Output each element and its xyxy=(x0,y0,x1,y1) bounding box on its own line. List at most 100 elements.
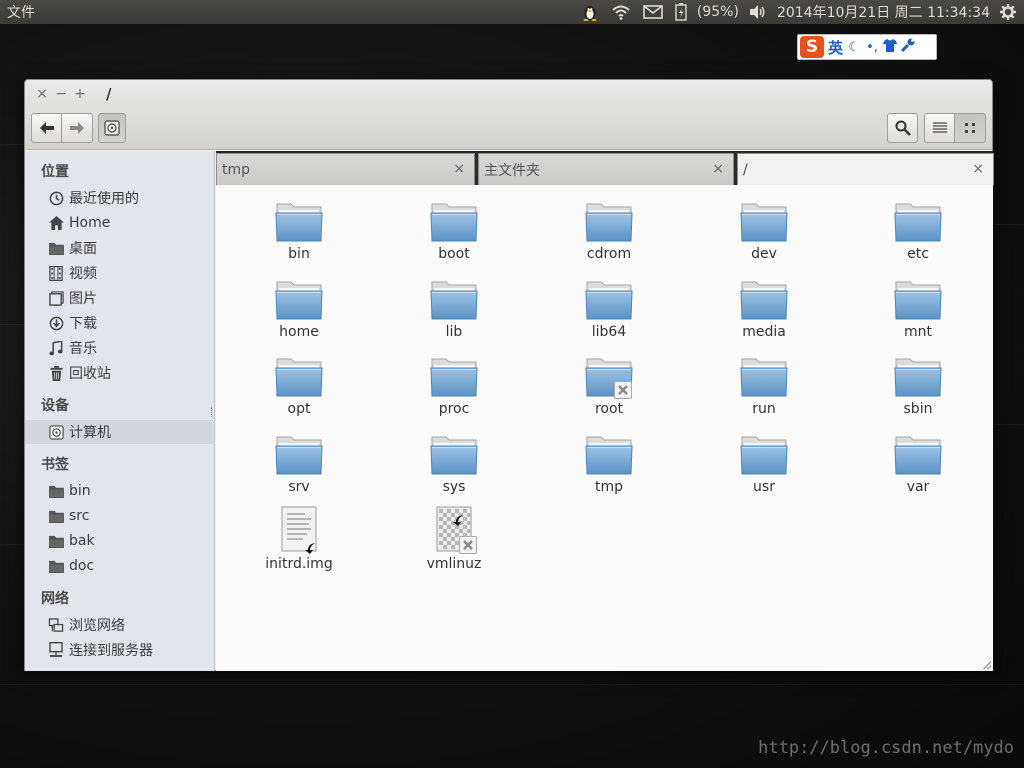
folder-icon xyxy=(275,355,323,397)
punctuation-icon[interactable]: •, xyxy=(865,40,879,55)
folder-icon xyxy=(275,200,323,242)
minimize-window-button[interactable]: − xyxy=(55,87,67,101)
sidebar-item-label: 最近使用的 xyxy=(69,191,139,207)
top-panel: 文件 (95%) 2014年10月21日 周二 11:34:34 xyxy=(0,0,1024,24)
disk-icon xyxy=(48,424,64,440)
mail-icon[interactable] xyxy=(637,0,669,24)
forward-button[interactable] xyxy=(62,113,93,143)
file-item[interactable]: boot xyxy=(399,200,509,272)
sidebar-item-label: 桌面 xyxy=(69,241,97,257)
file-item[interactable]: proc xyxy=(399,355,509,427)
film-icon xyxy=(48,265,64,281)
window-titlebar[interactable]: × − + / xyxy=(25,80,992,108)
file-item[interactable]: opt xyxy=(244,355,354,427)
wrench-icon[interactable] xyxy=(900,38,915,56)
file-item[interactable]: usr xyxy=(709,433,819,505)
close-tab-icon[interactable]: × xyxy=(453,161,465,177)
qq-penguin-icon[interactable] xyxy=(575,0,605,24)
sidebar-item[interactable]: 最近使用的 xyxy=(25,186,213,210)
file-item[interactable]: sys xyxy=(399,433,509,505)
file-item[interactable]: var xyxy=(863,433,973,505)
sidebar-item[interactable]: 回收站 xyxy=(25,361,213,385)
battery-icon[interactable] xyxy=(669,0,693,24)
sidebar-resize-handle[interactable] xyxy=(211,407,214,417)
sidebar-section-title: 位置 xyxy=(41,164,69,180)
file-item[interactable]: media xyxy=(709,278,819,350)
tab-label: tmp xyxy=(222,161,251,178)
sidebar-item[interactable]: Home xyxy=(25,211,213,235)
sidebar: 位置 最近使用的 Home 桌面 视频 图片 下载 音乐 回收站 设备 计算机 书签 bin src bak… xyxy=(25,151,215,671)
file-name: opt xyxy=(287,401,311,417)
file-item[interactable]: dev xyxy=(709,200,819,272)
gear-icon[interactable] xyxy=(994,0,1024,24)
sidebar-item[interactable]: 连接到服务器 xyxy=(25,638,213,662)
file-name: srv xyxy=(288,478,310,495)
ime-language-toggle[interactable]: 英 xyxy=(828,37,843,58)
clock-datetime[interactable]: 2014年10月21日 周二 11:34:34 xyxy=(773,2,994,22)
file-item[interactable]: srv xyxy=(244,433,354,505)
search-button[interactable] xyxy=(887,113,918,143)
wifi-icon[interactable] xyxy=(605,0,637,24)
sidebar-item[interactable]: src xyxy=(25,504,213,528)
file-item[interactable]: bin xyxy=(244,200,354,272)
file-item[interactable]: lib xyxy=(399,278,509,350)
volume-icon[interactable] xyxy=(743,0,773,24)
moon-icon[interactable]: ☾ xyxy=(847,40,861,55)
file-name: var xyxy=(906,478,930,495)
sidebar-item-label: 音乐 xyxy=(69,341,97,357)
file-item[interactable]: root xyxy=(554,355,664,427)
file-item[interactable]: tmp xyxy=(554,433,664,505)
sidebar-item-label: bin xyxy=(69,483,91,499)
file-item[interactable]: initrd.img xyxy=(244,506,354,582)
sidebar-item[interactable]: 计算机 xyxy=(25,420,213,444)
tab[interactable]: 主文件夹 × xyxy=(478,153,734,185)
file-item[interactable]: mnt xyxy=(863,278,973,350)
close-window-button[interactable]: × xyxy=(36,87,48,101)
file-item[interactable]: etc xyxy=(863,200,973,272)
sidebar-item[interactable]: bin xyxy=(25,479,213,503)
file-name: lib xyxy=(445,323,463,340)
tab[interactable]: / × xyxy=(737,153,994,185)
tab[interactable]: tmp × xyxy=(216,153,475,185)
app-menu-label[interactable]: 文件 xyxy=(0,2,575,22)
sogou-logo-icon[interactable]: S xyxy=(800,36,824,58)
shirt-icon[interactable] xyxy=(883,38,898,56)
sidebar-item[interactable]: bak xyxy=(25,529,213,553)
folder-icon xyxy=(275,278,323,320)
file-item[interactable]: lib64 xyxy=(554,278,664,350)
file-item[interactable]: run xyxy=(709,355,819,427)
back-button[interactable] xyxy=(31,113,62,143)
sidebar-item[interactable]: 图片 xyxy=(25,286,213,310)
window-resize-grip[interactable] xyxy=(983,661,991,669)
list-view-button[interactable] xyxy=(924,113,955,143)
server-icon xyxy=(48,642,64,658)
file-name: tmp xyxy=(594,478,623,495)
sidebar-item[interactable]: 音乐 xyxy=(25,336,213,360)
input-method-toolbar[interactable]: S 英 ☾ •, xyxy=(797,34,937,60)
download-icon xyxy=(48,315,64,331)
battery-percent: (95%) xyxy=(696,4,739,20)
sidebar-item[interactable]: 下载 xyxy=(25,311,213,335)
folder-icon xyxy=(48,483,64,499)
file-item[interactable]: vmlinuz xyxy=(399,506,509,582)
search-icon xyxy=(895,120,911,136)
close-tab-icon[interactable]: × xyxy=(972,161,984,177)
close-tab-icon[interactable]: × xyxy=(712,161,724,177)
path-computer-button[interactable] xyxy=(98,113,126,143)
sidebar-item[interactable]: 浏览网络 xyxy=(25,613,213,637)
folder-icon xyxy=(894,200,942,242)
system-tray: (95%) 2014年10月21日 周二 11:34:34 xyxy=(575,0,1024,24)
watermark-text: http://blog.csdn.net/mydo xyxy=(758,738,1014,758)
sidebar-item[interactable]: 桌面 xyxy=(25,236,213,260)
folder-icon xyxy=(740,278,788,320)
folder-icon xyxy=(48,533,64,549)
folder-icon xyxy=(894,433,942,475)
sidebar-item[interactable]: doc xyxy=(25,554,213,578)
file-item[interactable]: cdrom xyxy=(554,200,664,272)
maximize-window-button[interactable]: + xyxy=(74,87,86,101)
arrow-left-icon xyxy=(39,122,54,134)
file-item[interactable]: sbin xyxy=(863,355,973,427)
sidebar-item[interactable]: 视频 xyxy=(25,261,213,285)
grid-view-button[interactable] xyxy=(955,113,986,143)
file-item[interactable]: home xyxy=(244,278,354,350)
